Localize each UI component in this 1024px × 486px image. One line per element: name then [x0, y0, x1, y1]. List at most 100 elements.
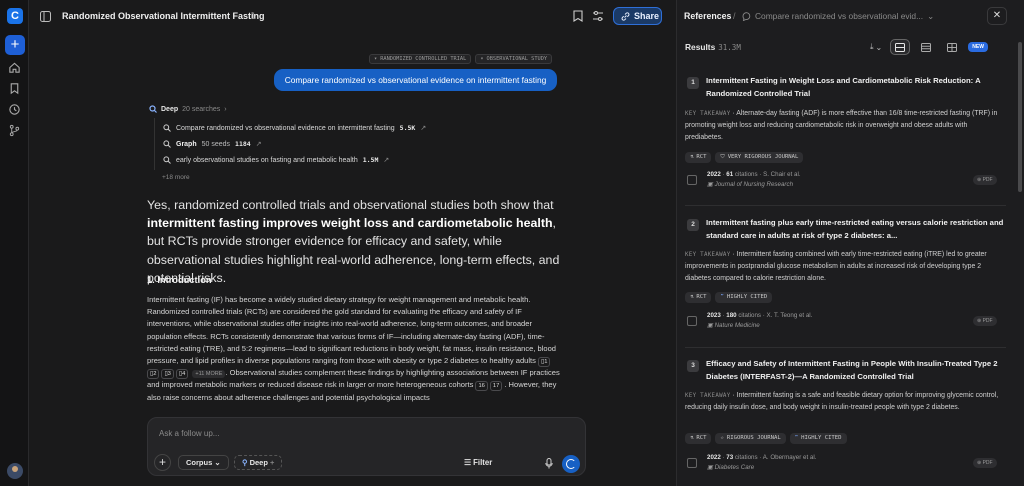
journal-name: ▣ Journal of Nursing Research	[707, 181, 794, 188]
pdf-button[interactable]: ⊕ PDF	[973, 175, 997, 185]
tag-icon: ▾	[374, 56, 378, 62]
citation-chip[interactable]: ▯1	[538, 357, 551, 368]
results-header: Results 31.3M	[685, 42, 741, 52]
chevron-right-icon: ›	[224, 105, 227, 113]
study-icon: ⚗	[690, 435, 694, 441]
history-icon[interactable]	[8, 103, 21, 116]
reference-badges: ⚗ RCT ⛉ VERY RIGOROUS JOURNAL	[685, 152, 804, 163]
new-thread-button[interactable]: +	[5, 35, 25, 55]
search-icon	[163, 124, 171, 132]
reference-meta: 2022 · 61 citations · S. Chair et al. ▣ …	[685, 171, 1006, 193]
lock-icon: ⊕	[977, 460, 982, 466]
deep-mode-toggle[interactable]: ⚲ Deep +	[234, 455, 283, 470]
graph-icon	[163, 140, 171, 148]
close-icon[interactable]: ✕	[987, 7, 1007, 25]
search-icon	[163, 156, 171, 164]
badge-rct: ⚗ RCT	[685, 433, 712, 444]
citation-chip[interactable]: 16	[475, 381, 488, 392]
graph-step[interactable]: Graph 50 seeds 1184 ↗	[163, 140, 262, 148]
citation-chip[interactable]: ▯2	[147, 369, 160, 380]
follow-up-composer[interactable]: Ask a follow up... + Corpus ⌄ ⚲ Deep + ☰…	[147, 417, 586, 476]
card-view-button[interactable]	[890, 39, 911, 55]
attach-button[interactable]: +	[154, 454, 171, 471]
study-type-tags: ▾ RANDOMIZED CONTROLLED TRIAL ▾ OBSERVATIO…	[369, 54, 553, 64]
more-searches-link[interactable]: +18 more	[162, 174, 190, 181]
select-checkbox[interactable]	[687, 458, 697, 468]
more-citations-button[interactable]: +11 MORE	[192, 370, 226, 379]
corpus-dropdown[interactable]: Corpus ⌄	[178, 455, 229, 470]
journal-name: ▣ Nature Medicine	[707, 322, 760, 329]
reference-card[interactable]: 3 Efficacy and Safety of Intermittent Fa…	[685, 358, 1006, 478]
app-logo[interactable]: C	[7, 8, 23, 24]
select-checkbox[interactable]	[687, 316, 697, 326]
bookmark-icon[interactable]	[573, 10, 583, 22]
lock-icon: ⊕	[977, 177, 982, 183]
reference-title[interactable]: Efficacy and Safety of Intermittent Fast…	[706, 358, 1006, 383]
reference-number: 2	[687, 219, 699, 231]
divider	[685, 205, 1006, 206]
reference-title[interactable]: Intermittent Fasting in Weight Loss and …	[706, 75, 1006, 100]
citation-chip[interactable]: ▯4	[175, 369, 189, 380]
left-rail: C +	[0, 0, 29, 486]
references-toolbar: ⤓ ⌄ NEW	[870, 39, 988, 55]
new-badge: NEW	[968, 42, 988, 52]
send-button[interactable]	[562, 455, 580, 473]
branch-icon[interactable]	[8, 124, 21, 137]
timeline-line	[154, 118, 155, 170]
sidebar-toggle-icon[interactable]	[40, 11, 51, 22]
search-step[interactable]: Compare randomized vs observational evid…	[163, 124, 426, 132]
pdf-button[interactable]: ⊕ PDF	[973, 458, 997, 468]
share-icon	[621, 12, 630, 21]
search-step[interactable]: early observational studies on fasting a…	[163, 156, 389, 164]
pdf-button[interactable]: ⊕ PDF	[973, 316, 997, 326]
chat-pane: Randomized Observational Intermittent Fa…	[29, 0, 676, 486]
scrollbar[interactable]	[1018, 42, 1022, 192]
references-panel: References / Compare randomized vs obser…	[676, 0, 1024, 486]
share-button[interactable]: Share	[613, 7, 662, 25]
microphone-icon[interactable]	[545, 458, 553, 469]
user-avatar[interactable]	[7, 463, 23, 479]
deep-research-header[interactable]: Deep 20 searches ›	[149, 105, 227, 113]
deep-icon: ⚲	[242, 458, 248, 467]
badge-journal: ⛉ VERY RIGOROUS JOURNAL	[715, 152, 804, 163]
view-toggle-group: NEW	[890, 39, 988, 55]
results-count: 31.3M	[718, 43, 741, 52]
star-icon: ☆	[720, 435, 724, 441]
badge-highly-cited: ❞ HIGHLY CITED	[789, 433, 847, 444]
bookmark-icon[interactable]	[8, 82, 21, 95]
section-heading: 1. Introduction	[147, 275, 212, 285]
chat-bubble-icon	[742, 11, 751, 21]
thread-title[interactable]: Randomized Observational Intermittent Fa…	[62, 11, 265, 21]
citation-chip[interactable]: 17	[489, 381, 503, 392]
external-link-icon: ↗	[383, 157, 390, 164]
deep-icon	[149, 105, 157, 113]
reference-card[interactable]: 1 Intermittent Fasting in Weight Loss an…	[685, 75, 1006, 195]
reference-card[interactable]: 2 Intermittent fasting plus early time-r…	[685, 217, 1006, 337]
settings-sliders-icon[interactable]	[592, 10, 604, 22]
deep-label: Deep	[161, 105, 179, 113]
home-icon[interactable]	[8, 61, 21, 74]
breadcrumb-separator: /	[733, 11, 736, 21]
tag-rct: ▾ RANDOMIZED CONTROLLED TRIAL	[369, 54, 472, 64]
divider	[685, 347, 1006, 348]
download-button[interactable]: ⤓ ⌄	[870, 42, 882, 52]
breadcrumb[interactable]: Compare randomized vs observational evid…	[742, 11, 934, 21]
search-count: 20 searches	[182, 105, 221, 113]
chat-header: Randomized Observational Intermittent Fa…	[29, 0, 676, 33]
reference-number: 1	[687, 77, 699, 89]
tag-observational: ▾ OBSERVATIONAL STUDY	[475, 54, 553, 64]
card-view-icon	[895, 42, 906, 52]
filter-button[interactable]: ☰ Filter	[464, 458, 492, 467]
quote-icon: ❞	[794, 435, 799, 441]
reference-badges: ⚗ RCT ☆ RIGOROUS JOURNAL ❞ HIGHLY CITED	[685, 433, 847, 444]
citation-chip[interactable]: ▯3	[161, 369, 174, 380]
tag-icon: ▾	[480, 56, 484, 62]
follow-up-input[interactable]: Ask a follow up...	[159, 429, 219, 438]
reference-title[interactable]: Intermittent fasting plus early time-res…	[706, 217, 1006, 242]
journal-icon: ▣	[707, 181, 713, 188]
list-view-button[interactable]	[916, 39, 936, 55]
shield-icon: ⛉	[720, 154, 725, 160]
select-checkbox[interactable]	[687, 175, 697, 185]
table-view-button[interactable]	[942, 39, 962, 55]
answer-summary: Yes, randomized controlled trials and ob…	[147, 198, 560, 285]
